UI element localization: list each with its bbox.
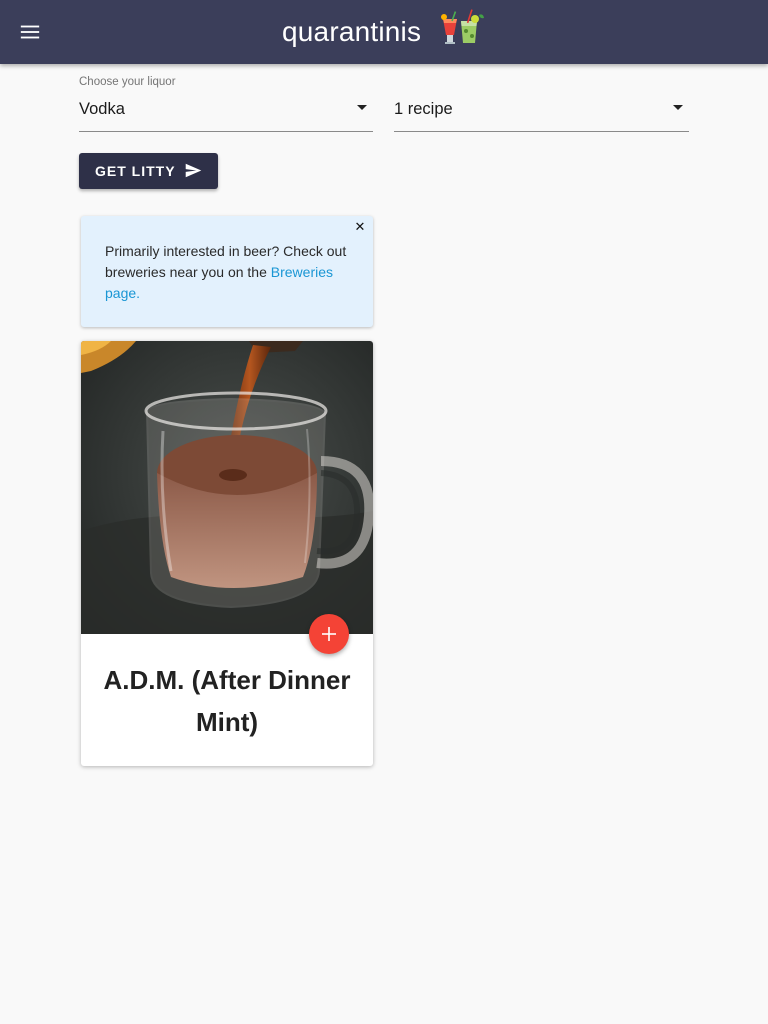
cocktail-glasses-icon: [441, 9, 485, 44]
info-banner: ✕ Primarily interested in beer? Check ou…: [81, 216, 373, 327]
dropdown-arrow-icon: [673, 105, 683, 110]
app-title: quarantinis: [282, 16, 422, 47]
dropdown-arrow-icon: [357, 105, 367, 110]
recipe-title: A.D.M. (After Dinner Mint): [103, 665, 351, 737]
add-recipe-button[interactable]: [309, 614, 349, 654]
plus-icon: [322, 627, 336, 641]
brand[interactable]: quarantinis: [282, 9, 485, 52]
menu-button[interactable]: [12, 14, 48, 50]
liquor-select-value: Vodka: [79, 100, 125, 118]
hamburger-menu-icon: [20, 25, 40, 39]
close-icon[interactable]: ✕: [353, 220, 367, 234]
hot-chocolate-mug-photo: [81, 341, 373, 634]
get-litty-label: GET LITTY: [95, 163, 176, 179]
liquor-select-label: Choose your liquor: [79, 76, 176, 88]
liquor-select[interactable]: Choose your liquor Vodka: [79, 74, 373, 132]
app-bar: quarantinis: [0, 0, 768, 64]
info-banner-text: Primarily interested in beer? Check out …: [105, 241, 357, 304]
send-icon: [185, 163, 202, 178]
get-litty-button[interactable]: GET LITTY: [79, 153, 218, 189]
recipe-card[interactable]: A.D.M. (After Dinner Mint): [81, 341, 373, 766]
recipe-count-value: 1 recipe: [394, 100, 453, 118]
recipe-count-select[interactable]: 1 recipe: [394, 74, 689, 132]
